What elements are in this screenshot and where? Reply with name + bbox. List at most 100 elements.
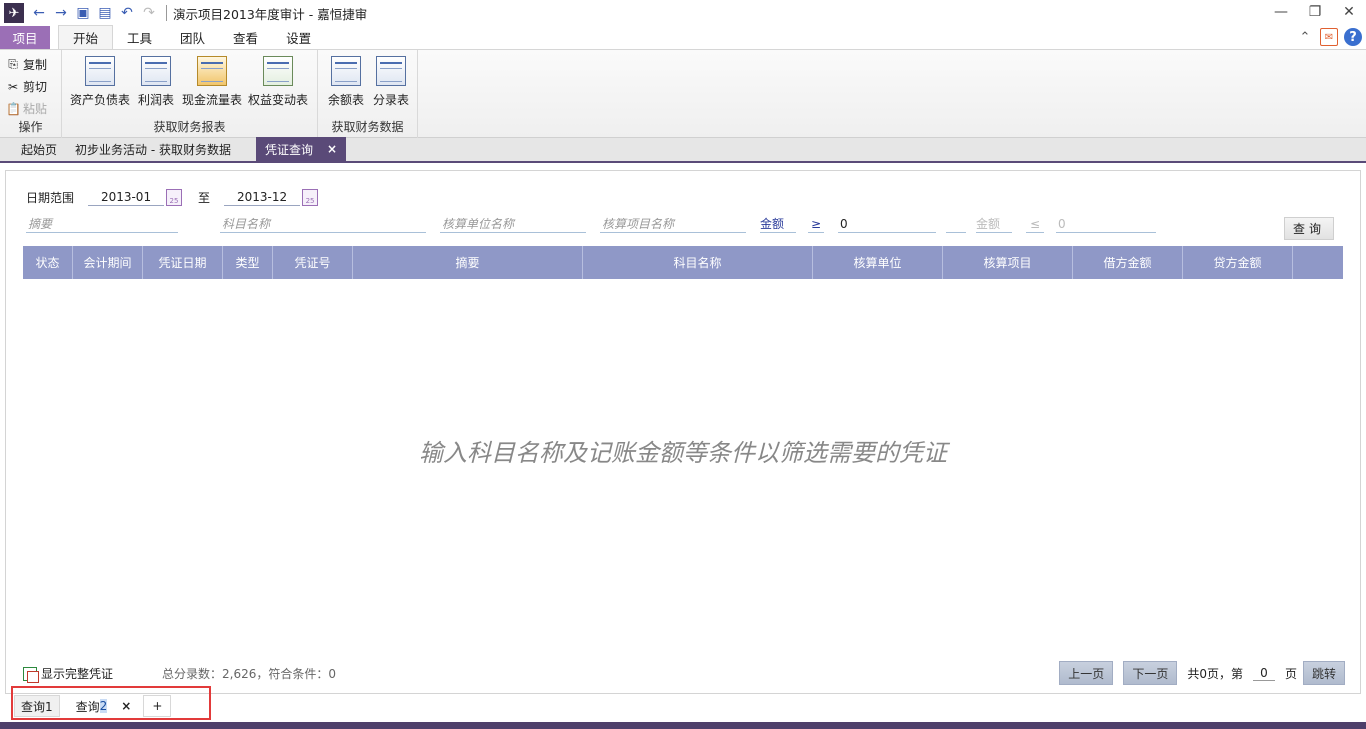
- paste-button[interactable]: 📋 粘贴: [6, 100, 47, 117]
- journal-table-icon: [376, 56, 406, 86]
- document-tab-bar: 起始页 初步业务活动 - 获取财务数据 凭证查询 ×: [0, 137, 1366, 163]
- item-name-input[interactable]: 核算项目名称: [600, 215, 746, 233]
- tab-view[interactable]: 查看: [219, 26, 272, 49]
- show-full-voucher-label: 显示完整凭证: [41, 667, 114, 681]
- window-title: 演示项目2013年度审计 - 嘉恒捷审: [173, 6, 368, 22]
- collapse-ribbon-icon[interactable]: ⌃: [1296, 28, 1314, 46]
- status-bar: [0, 722, 1366, 729]
- page-total-label: 共0页，第: [1187, 666, 1243, 681]
- equity-change-button[interactable]: 权益变动表: [248, 56, 308, 108]
- quick-access-toolbar: ← → ▣ ▤ ↶ ↷: [30, 4, 158, 22]
- cashflow-button[interactable]: 现金流量表: [182, 56, 242, 108]
- amount-max-input[interactable]: 0: [1056, 215, 1156, 233]
- equity-change-label: 权益变动表: [248, 93, 309, 107]
- page-suffix-label: 页: [1284, 666, 1297, 681]
- col-credit[interactable]: 贷方金额: [1183, 246, 1293, 279]
- ribbon-right-icons: ⌃ ✉ ?: [1296, 28, 1362, 46]
- ribbon-group-reports: 资产负债表 利润表 现金流量表 权益变动表 获取财务报表: [62, 50, 318, 138]
- minimize-button[interactable]: —: [1264, 0, 1298, 24]
- amount-field-selector[interactable]: 金额: [760, 215, 796, 233]
- col-period[interactable]: 会计期间: [73, 246, 143, 279]
- back-arrow-icon[interactable]: ←: [30, 4, 48, 22]
- col-voucher-no[interactable]: 凭证号: [273, 246, 353, 279]
- title-bar: ✈ ← → ▣ ▤ ↶ ↷ 演示项目2013年度审计 - 嘉恒捷审 — ❐ ✕: [0, 0, 1366, 26]
- income-statement-icon: [141, 56, 171, 86]
- calendar-from-icon[interactable]: 25: [166, 189, 183, 206]
- doc-tab-voucher-query[interactable]: 凭证查询 ×: [255, 137, 347, 161]
- help-icon[interactable]: ?: [1344, 28, 1362, 46]
- close-button[interactable]: ✕: [1332, 0, 1366, 24]
- date-range-label: 日期范围: [26, 191, 75, 205]
- amount2-field-selector[interactable]: 金额: [976, 215, 1012, 233]
- ribbon: ⎘ 复制 ✂ 剪切 📋 粘贴 操作 资产负债表 利润表 现金流量表 权益变动表: [0, 49, 1366, 138]
- paste-icon: 📋: [6, 101, 21, 116]
- equity-change-icon: [263, 56, 293, 86]
- doc-tab-activity[interactable]: 初步业务活动 - 获取财务数据: [66, 137, 240, 161]
- redo-icon[interactable]: ↷: [140, 4, 158, 22]
- col-unit[interactable]: 核算单位: [813, 246, 943, 279]
- date-range-row: 日期范围 2013-01 25 至 2013-12 25: [26, 189, 319, 206]
- cut-button[interactable]: ✂ 剪切: [6, 78, 47, 95]
- balance-sheet-button[interactable]: 资产负债表: [70, 56, 130, 108]
- income-statement-label: 利润表: [138, 93, 175, 107]
- pagination: 上一页 下一页 共0页，第 0 页 跳转: [1059, 661, 1345, 685]
- undo-icon[interactable]: ↶: [118, 4, 136, 22]
- doc-tab-voucher-query-label: 凭证查询: [264, 142, 313, 157]
- operator-ge-selector[interactable]: ≥: [808, 215, 824, 233]
- unit-name-input[interactable]: 核算单位名称: [440, 215, 586, 233]
- operator-le-selector[interactable]: ≤: [1026, 215, 1044, 233]
- page-number-input[interactable]: 0: [1252, 666, 1275, 681]
- balance-sheet-icon: [85, 56, 115, 86]
- jump-button[interactable]: 跳转: [1302, 661, 1345, 685]
- cut-label: 剪切: [23, 80, 48, 94]
- checkbox-icon[interactable]: [23, 666, 39, 683]
- table-header: 状态 会计期间 凭证日期 类型 凭证号 摘要 科目名称 核算单位 核算项目 借方…: [23, 246, 1343, 279]
- col-debit[interactable]: 借方金额: [1073, 246, 1183, 279]
- group-label-reports: 获取财务报表: [153, 120, 226, 134]
- journal-table-button[interactable]: 分录表: [373, 56, 409, 108]
- col-status[interactable]: 状态: [23, 246, 73, 279]
- show-full-voucher-checkbox[interactable]: 显示完整凭证: [23, 665, 114, 683]
- col-summary[interactable]: 摘要: [353, 246, 583, 279]
- balance-table-button[interactable]: 余额表: [328, 56, 364, 108]
- query-button[interactable]: 查询: [1284, 217, 1334, 240]
- window-controls: — ❐ ✕: [1264, 0, 1366, 26]
- empty-state-message: 输入科目名称及记账金额等条件以筛选需要的凭证: [419, 439, 947, 467]
- close-tab-icon[interactable]: ×: [327, 142, 337, 156]
- col-account-name[interactable]: 科目名称: [583, 246, 813, 279]
- tab-settings[interactable]: 设置: [272, 26, 325, 49]
- next-page-button[interactable]: 下一页: [1123, 661, 1178, 685]
- cashflow-label: 现金流量表: [182, 93, 243, 107]
- message-icon[interactable]: ✉: [1320, 28, 1338, 46]
- app-logo-icon: ✈: [4, 3, 24, 23]
- doc-tab-home[interactable]: 起始页: [12, 137, 66, 161]
- to-label: 至: [198, 191, 211, 205]
- col-type[interactable]: 类型: [223, 246, 273, 279]
- date-to-input[interactable]: 2013-12: [224, 190, 301, 206]
- col-date[interactable]: 凭证日期: [143, 246, 223, 279]
- tab-start[interactable]: 开始: [58, 25, 114, 49]
- tab-team[interactable]: 团队: [166, 26, 219, 49]
- balance-table-icon: [331, 56, 361, 86]
- save-icon[interactable]: ▣: [74, 4, 92, 22]
- date-from-input[interactable]: 2013-01: [88, 190, 165, 206]
- restore-button[interactable]: ❐: [1298, 0, 1332, 24]
- cashflow-icon: [197, 56, 227, 86]
- copy-icon: ⎘: [8, 57, 18, 71]
- summary-input[interactable]: 摘要: [26, 215, 178, 233]
- tab-project[interactable]: 项目: [0, 26, 50, 49]
- record-stats: 总分录数：2,626，符合条件：0: [162, 667, 336, 681]
- prev-page-button[interactable]: 上一页: [1059, 661, 1114, 685]
- copy-button[interactable]: ⎘ 复制: [6, 56, 47, 73]
- save-all-icon[interactable]: ▤: [96, 4, 114, 22]
- calendar-to-icon[interactable]: 25: [302, 189, 319, 206]
- forward-arrow-icon[interactable]: →: [52, 4, 70, 22]
- copy-label: 复制: [23, 58, 48, 72]
- col-extra: [1293, 246, 1333, 279]
- tab-tools[interactable]: 工具: [113, 26, 166, 49]
- income-statement-button[interactable]: 利润表: [138, 56, 174, 108]
- account-name-input[interactable]: 科目名称: [220, 215, 426, 233]
- ribbon-tab-bar: 项目 开始 工具 团队 查看 设置 ⌃ ✉ ?: [0, 25, 1366, 49]
- amount-min-input[interactable]: 0: [838, 215, 936, 233]
- col-item[interactable]: 核算项目: [943, 246, 1073, 279]
